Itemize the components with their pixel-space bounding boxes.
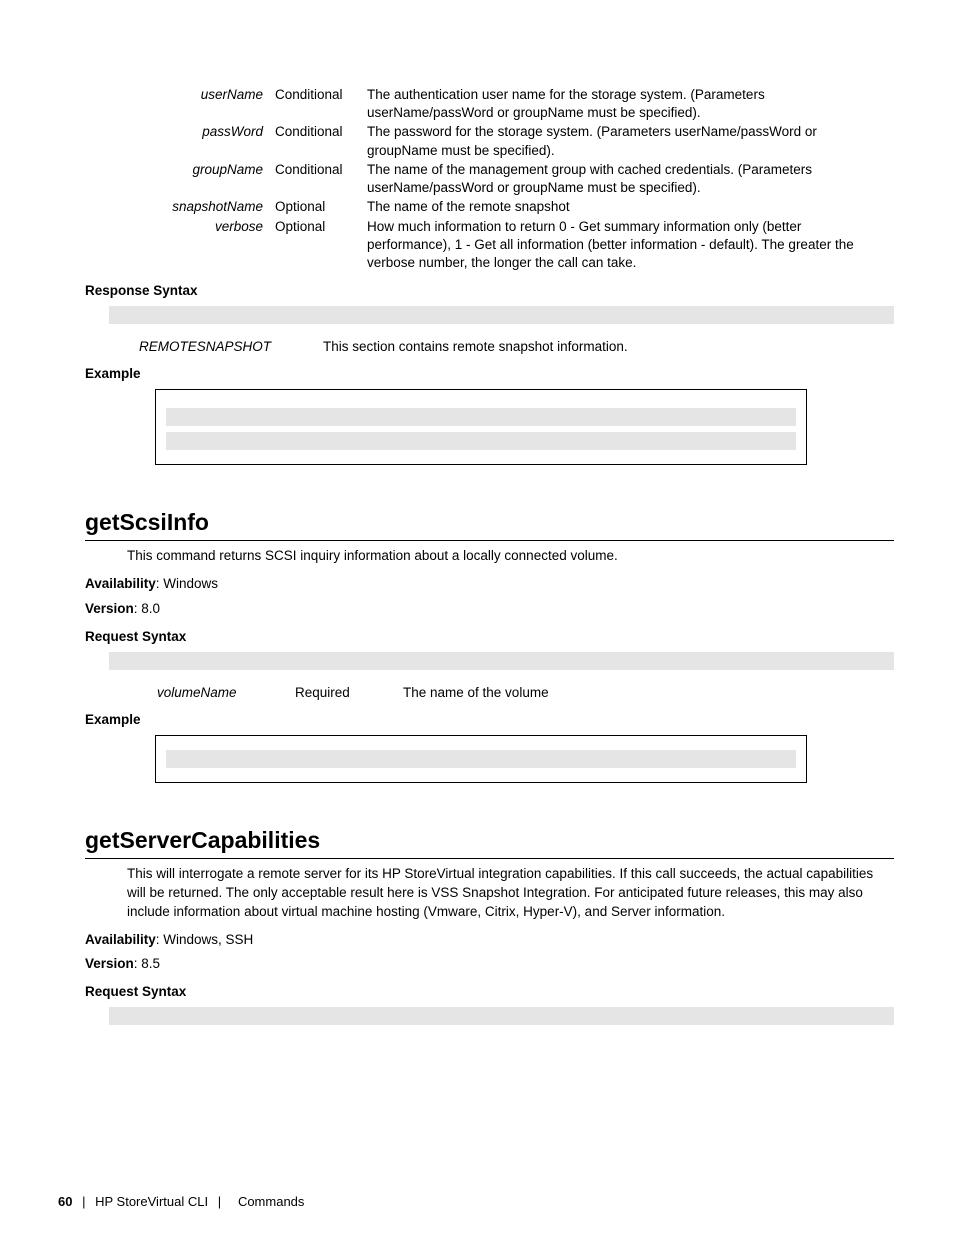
version-label: Version	[85, 956, 134, 971]
footer-section: Commands	[238, 1194, 304, 1209]
response-desc: This section contains remote snapshot in…	[311, 338, 640, 356]
param-row: snapshotName Optional The name of the re…	[127, 198, 873, 217]
request-syntax-heading: Request Syntax	[85, 629, 894, 644]
top-param-table: userName Conditional The authentication …	[127, 86, 873, 273]
code-placeholder-bar	[109, 652, 894, 670]
availability-value: : Windows, SSH	[156, 932, 254, 947]
footer-sep: |	[212, 1194, 227, 1209]
code-line	[166, 408, 796, 426]
scsi-param-table: volumeName Required The name of the volu…	[143, 684, 563, 702]
param-name: passWord	[127, 123, 269, 160]
param-row: groupName Conditional The name of the ma…	[127, 161, 873, 198]
code-line	[166, 750, 796, 768]
param-desc: The authentication user name for the sto…	[361, 86, 873, 123]
example-box	[155, 735, 807, 783]
version-value: : 8.0	[134, 601, 160, 616]
availability-value: : Windows	[156, 576, 218, 591]
code-placeholder-bar	[109, 1007, 894, 1025]
availability-line: Availability: Windows, SSH	[85, 930, 894, 950]
response-table: REMOTESNAPSHOT This section contains rem…	[127, 338, 640, 356]
page-footer: 60 | HP StoreVirtual CLI | Commands	[58, 1194, 304, 1209]
param-req: Conditional	[269, 86, 361, 123]
section-getscsiinfo-title: getScsiInfo	[85, 509, 894, 541]
version-label: Version	[85, 601, 134, 616]
example-box	[155, 389, 807, 465]
request-syntax-heading: Request Syntax	[85, 984, 894, 999]
example-heading: Example	[85, 712, 894, 727]
page-number: 60	[58, 1194, 72, 1209]
param-desc: The password for the storage system. (Pa…	[361, 123, 873, 160]
param-req: Required	[281, 684, 389, 702]
section-getscsiinfo-desc: This command returns SCSI inquiry inform…	[127, 547, 894, 566]
response-syntax-heading: Response Syntax	[85, 283, 894, 298]
param-req: Optional	[269, 218, 361, 274]
param-name: groupName	[127, 161, 269, 198]
param-req: Optional	[269, 198, 361, 217]
example-heading: Example	[85, 366, 894, 381]
param-desc: The name of the management group with ca…	[361, 161, 873, 198]
section-getservercapabilities-title: getServerCapabilities	[85, 827, 894, 859]
code-placeholder-bar	[109, 306, 894, 324]
param-row: verbose Optional How much information to…	[127, 218, 873, 274]
param-name: snapshotName	[127, 198, 269, 217]
param-desc: The name of the remote snapshot	[361, 198, 873, 217]
param-row: userName Conditional The authentication …	[127, 86, 873, 123]
param-name: volumeName	[143, 684, 281, 702]
availability-label: Availability	[85, 932, 156, 947]
version-line: Version: 8.5	[85, 954, 894, 974]
param-row: volumeName Required The name of the volu…	[143, 684, 563, 702]
param-name: verbose	[127, 218, 269, 274]
param-req: Conditional	[269, 161, 361, 198]
footer-product: HP StoreVirtual CLI	[95, 1194, 208, 1209]
code-line	[166, 432, 796, 450]
availability-label: Availability	[85, 576, 156, 591]
param-desc: The name of the volume	[389, 684, 563, 702]
param-req: Conditional	[269, 123, 361, 160]
param-name: userName	[127, 86, 269, 123]
param-row: passWord Conditional The password for th…	[127, 123, 873, 160]
section-getservercapabilities-desc: This will interrogate a remote server fo…	[127, 865, 894, 922]
version-line: Version: 8.0	[85, 599, 894, 619]
response-name: REMOTESNAPSHOT	[127, 338, 311, 356]
availability-line: Availability: Windows	[85, 574, 894, 594]
version-value: : 8.5	[134, 956, 160, 971]
footer-sep: |	[76, 1194, 91, 1209]
param-desc: How much information to return 0 - Get s…	[361, 218, 873, 274]
